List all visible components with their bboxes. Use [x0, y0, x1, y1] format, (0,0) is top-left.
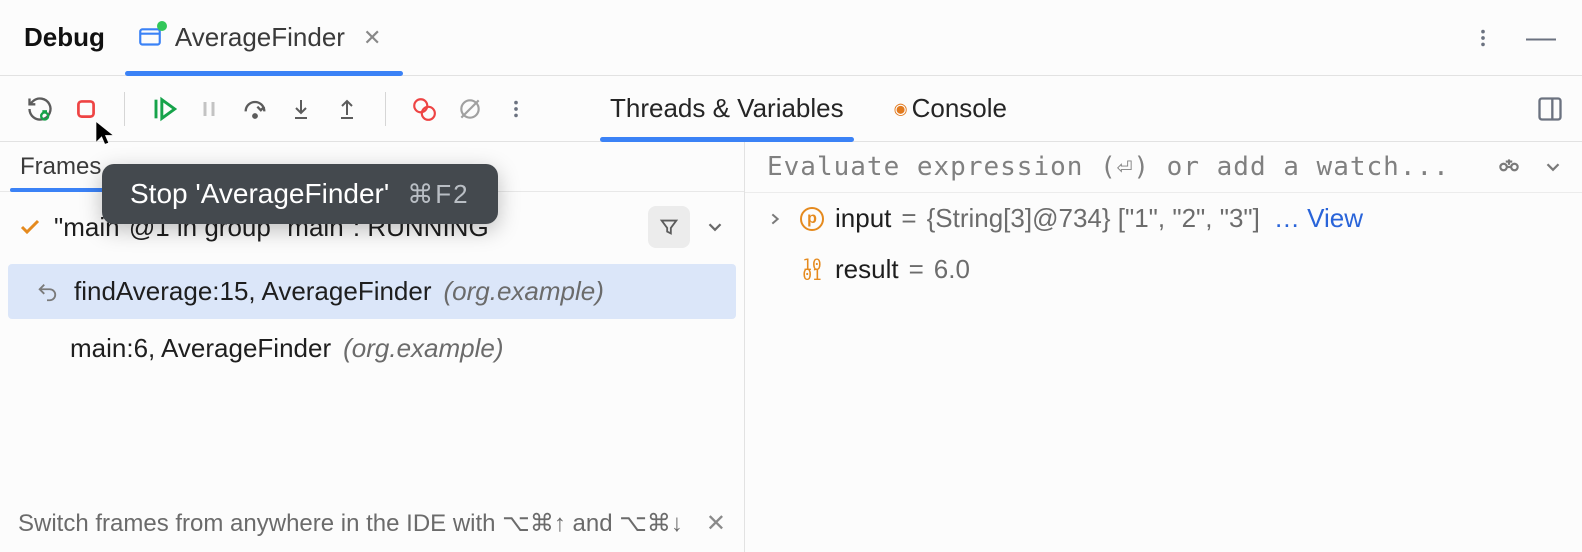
frame-row[interactable]: main:6, AverageFinder (org.example): [0, 321, 744, 376]
more-options-icon[interactable]: [1466, 21, 1500, 55]
close-tab-icon[interactable]: ✕: [357, 21, 387, 55]
modified-dot-icon: [157, 21, 167, 31]
toolbar-separator: [124, 92, 125, 126]
step-over-button[interactable]: [233, 87, 277, 131]
mouse-cursor-icon: [92, 118, 118, 148]
check-icon: [18, 215, 42, 239]
step-out-button[interactable]: [325, 87, 369, 131]
resume-button[interactable]: [141, 87, 185, 131]
view-link[interactable]: … View: [1274, 203, 1363, 234]
var-name: input: [835, 203, 891, 234]
toolbar-right: [1536, 95, 1582, 123]
evaluate-row: Evaluate expression (⏎) or add a watch..…: [745, 142, 1582, 193]
panel-title: Debug: [24, 22, 105, 53]
mute-breakpoints-button[interactable]: [448, 87, 492, 131]
add-watch-icon[interactable]: [1496, 154, 1522, 180]
primitive-icon: 1001: [799, 257, 825, 283]
frame-row[interactable]: findAverage:15, AverageFinder (org.examp…: [8, 264, 736, 319]
stop-tooltip: Stop 'AverageFinder' ⌘F2: [102, 164, 498, 224]
step-into-button[interactable]: [279, 87, 323, 131]
evaluate-input[interactable]: Evaluate expression (⏎) or add a watch..…: [767, 152, 1450, 182]
pause-button[interactable]: [187, 87, 231, 131]
header-actions: —: [1466, 21, 1582, 55]
toolbar-separator: [385, 92, 386, 126]
layout-settings-icon[interactable]: [1536, 95, 1564, 123]
filter-button[interactable]: [648, 206, 690, 248]
file-icon: [137, 25, 163, 51]
tab-console[interactable]: ◉ Console: [884, 76, 1017, 141]
alert-dot-icon: ◉: [894, 99, 908, 119]
debug-toolbar: Threads & Variables ◉ Console: [0, 76, 1582, 142]
restart-debug-button[interactable]: [18, 87, 62, 131]
close-hint-icon[interactable]: ✕: [706, 509, 726, 538]
frame-package: (org.example): [343, 333, 503, 364]
var-name: result: [835, 254, 899, 285]
chevron-down-icon[interactable]: [1542, 156, 1564, 178]
frames-tab-label: Frames: [20, 153, 101, 181]
chevron-down-icon[interactable]: [704, 216, 726, 238]
expand-icon[interactable]: [767, 211, 789, 227]
tab-label: Console: [912, 93, 1007, 124]
frame-location: main:6, AverageFinder: [70, 333, 331, 364]
tab-label: Threads & Variables: [610, 93, 844, 124]
frame-location: findAverage:15, AverageFinder: [74, 276, 432, 307]
equals: =: [909, 254, 924, 285]
variables-panel: Evaluate expression (⏎) or add a watch..…: [745, 142, 1582, 552]
var-value: 6.0: [934, 254, 970, 285]
hint-text: Switch frames from anywhere in the IDE w…: [18, 509, 683, 538]
run-config-tabs: AverageFinder ✕: [125, 0, 404, 75]
tab-label: AverageFinder: [175, 22, 345, 53]
tooltip-text: Stop 'AverageFinder': [130, 178, 389, 210]
frame-package: (org.example): [444, 276, 604, 307]
parameter-icon: p: [799, 206, 825, 232]
drop-frame-icon[interactable]: [36, 281, 58, 303]
var-value: {String[3]@734} ["1", "2", "3"]: [927, 203, 1260, 234]
equals: =: [901, 203, 916, 234]
minimize-icon[interactable]: —: [1518, 21, 1564, 55]
thread-actions: [648, 206, 726, 248]
hint-bar: Switch frames from anywhere in the IDE w…: [0, 495, 744, 552]
tab-threads-variables[interactable]: Threads & Variables: [600, 76, 854, 141]
variable-row[interactable]: 1001 result = 6.0: [745, 244, 1582, 295]
variable-row[interactable]: p input = {String[3]@734} ["1", "2", "3"…: [745, 193, 1582, 244]
view-breakpoints-button[interactable]: [402, 87, 446, 131]
run-config-tab[interactable]: AverageFinder ✕: [125, 0, 404, 75]
tooltip-shortcut: ⌘F2: [407, 179, 469, 210]
content-tabs: Threads & Variables ◉ Console: [600, 76, 1017, 141]
debug-header: Debug AverageFinder ✕ —: [0, 0, 1582, 76]
more-actions-button[interactable]: [494, 87, 538, 131]
